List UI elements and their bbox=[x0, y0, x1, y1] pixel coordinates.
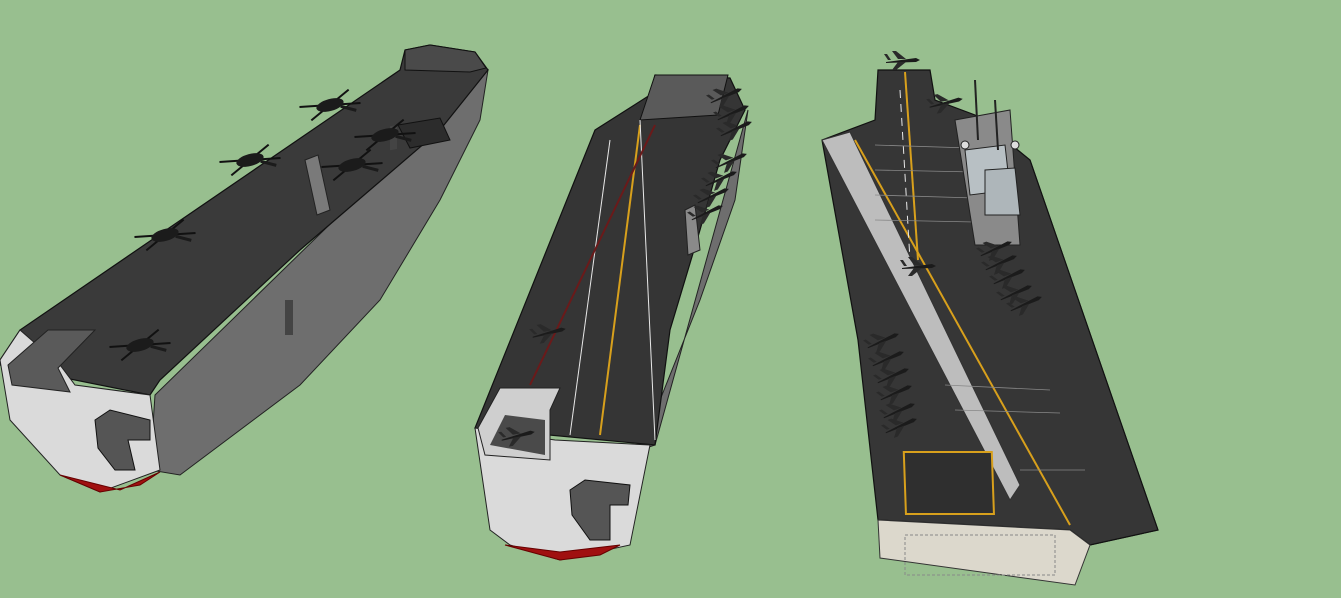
full-detail-carrier-model[interactable] bbox=[821, 51, 1159, 586]
ship3-jet-1 bbox=[884, 51, 920, 70]
angled-deck-carrier-model[interactable] bbox=[474, 74, 756, 561]
viewport-canvas[interactable] bbox=[0, 0, 1341, 598]
modeling-viewport[interactable] bbox=[0, 0, 1341, 598]
ship1-hull-port-2 bbox=[285, 300, 293, 335]
ship3-landing-zone bbox=[902, 451, 995, 515]
ship1-bow bbox=[404, 44, 487, 73]
amphibious-assault-ship-model[interactable] bbox=[0, 44, 489, 493]
